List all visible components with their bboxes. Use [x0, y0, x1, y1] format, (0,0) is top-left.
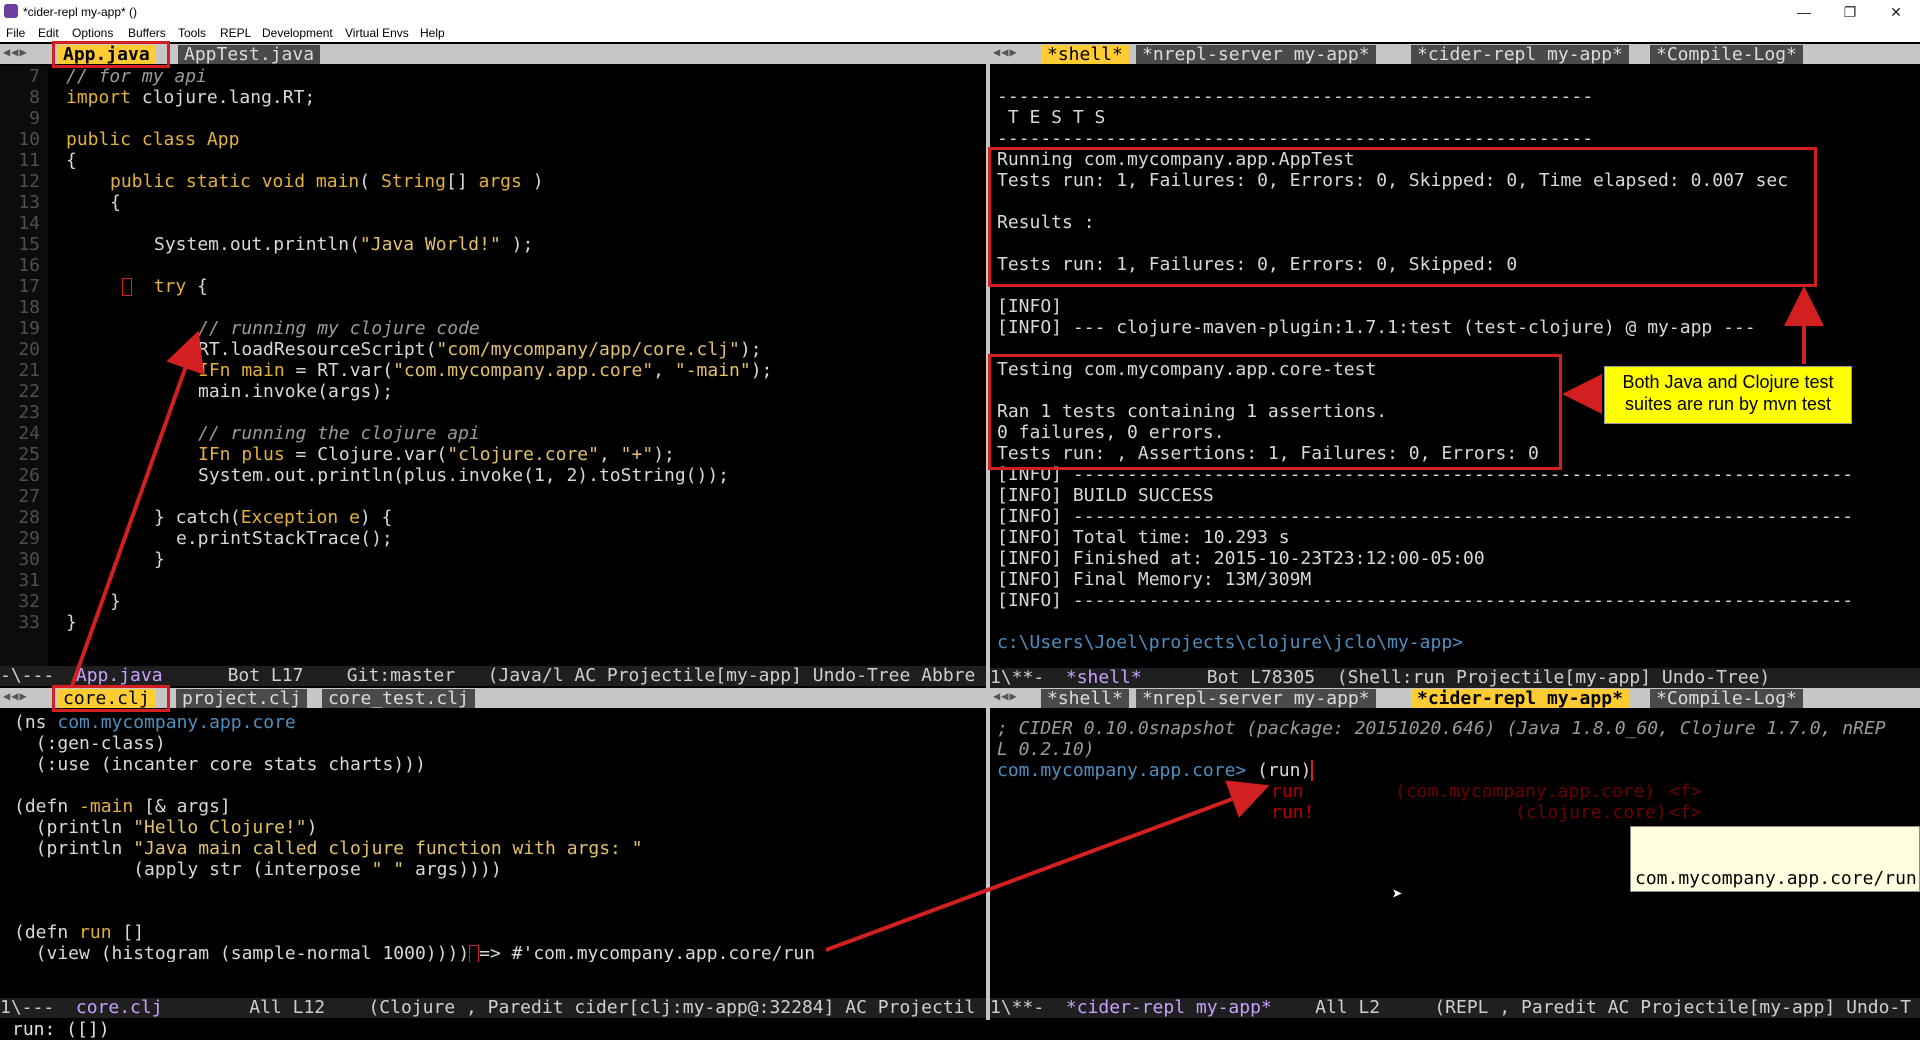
shell-line: [INFO] ---------------------------------… — [997, 590, 1854, 611]
code-line-21: IFn main = RT.var("com.mycompany.app.cor… — [198, 360, 773, 381]
shell-line: ----------------------------------------… — [997, 128, 1594, 149]
menu-repl[interactable]: REPL — [220, 26, 251, 40]
code-line-10: public class App — [66, 129, 240, 150]
tab-nrepl-server[interactable]: *nrepl-server my-app* — [1136, 45, 1376, 64]
code-line-25: IFn plus = Clojure.var("clojure.core", "… — [198, 444, 675, 465]
repl-banner: ; CIDER 0.10.0snapshot (package: 2015102… — [997, 718, 1886, 739]
text-cursor: ) — [1300, 760, 1314, 781]
clj-line-11: (defn run [] — [14, 922, 145, 943]
shell-line: T E S T S — [997, 107, 1106, 128]
menu-help[interactable]: Help — [420, 26, 445, 40]
highlight-app-java-tab — [52, 41, 170, 68]
shell-line: [INFO] Final Memory: 13M/309M — [997, 569, 1312, 590]
repl-input-line[interactable]: com.mycompany.app.core> (run) — [997, 760, 1314, 781]
code-line-12: public static void main( String[] args ) — [110, 171, 544, 192]
tab-scroll-arrows-icon[interactable]: ◀◀▶ — [993, 689, 1018, 703]
tab-cider-repl[interactable]: *cider-repl my-app* — [1411, 689, 1629, 708]
highlight-clojure-tests — [988, 354, 1562, 470]
clj-line-5: (defn -main [& args] — [14, 796, 231, 817]
menu-tools[interactable]: Tools — [178, 26, 206, 40]
code-line-19: // running my clojure code — [198, 318, 480, 339]
shell-prompt: c:\Users\Joel\projects\clojure\jclo\my-a… — [997, 632, 1463, 653]
shell-line: [INFO] --- clojure-maven-plugin:1.7.1:te… — [997, 317, 1756, 338]
shell-line: [INFO] Total time: 10.293 s — [997, 527, 1290, 548]
editor-core-clj[interactable]: (ns com.mycompany.app.core (:gen-class) … — [0, 710, 986, 962]
menu-virtual-envs[interactable]: Virtual Envs — [345, 26, 409, 40]
code-line-24: // running the clojure api — [198, 423, 480, 444]
tab-compile-log[interactable]: *Compile-Log* — [1650, 45, 1803, 64]
code-line-32: } — [110, 591, 121, 612]
maximize-icon[interactable]: ❐ — [1828, 1, 1872, 23]
minimize-icon[interactable]: — — [1782, 1, 1826, 23]
clj-line-7: (println "Java main called clojure funct… — [14, 838, 643, 859]
shell-line: [INFO] BUILD SUCCESS — [997, 485, 1214, 506]
clj-line-2: (:gen-class) — [14, 733, 166, 754]
tab-nrepl-server[interactable]: *nrepl-server my-app* — [1136, 689, 1376, 708]
text-cursor — [122, 278, 132, 296]
code-line-30: } — [154, 549, 165, 570]
code-line-7: // for my api — [66, 66, 207, 87]
tab-shell[interactable]: *shell* — [1041, 689, 1129, 708]
line-number-gutter: 7 8 9 10 11 12 13 14 15 16 17 18 19 20 2… — [0, 66, 48, 666]
tab-scroll-arrows-icon[interactable]: ◀◀▶ — [3, 689, 28, 703]
minibuffer: run: ([]) — [0, 1020, 1920, 1040]
clj-line-8: (apply str (interpose " " args)))) — [14, 859, 502, 880]
annotation-callout: Both Java and Clojure test suites are ru… — [1604, 366, 1852, 424]
repl-prompt: com.mycompany.app.core> — [997, 760, 1258, 781]
code-line-29: e.printStackTrace(); — [176, 528, 393, 549]
clj-line-12: (view (histogram (sample-normal 1000))))… — [14, 943, 816, 962]
code-line-22: main.invoke(args); — [198, 381, 394, 402]
code-line-20: RT.loadResourceScript("com/mycompany/app… — [198, 339, 762, 360]
shell-line: ----------------------------------------… — [997, 86, 1594, 107]
modeline-app-java: -\--- App.java Bot L17 Git:master (Java/… — [0, 666, 986, 686]
clj-line-3: (:use (incanter core stats charts))) — [14, 754, 426, 775]
menu-buffers[interactable]: Buffers — [128, 26, 166, 40]
highlight-core-clj-tab — [52, 685, 170, 712]
doc-tooltip: com.mycompany.app.core/run ([]) Not docu… — [1630, 826, 1920, 998]
code-line-8: import clojure.lang.RT; — [66, 87, 316, 108]
cider-repl[interactable]: ; CIDER 0.10.0snapshot (package: 2015102… — [990, 710, 1920, 998]
repl-banner: L 0.2.10) — [997, 739, 1095, 760]
code-line-13: { — [110, 192, 121, 213]
tab-scroll-arrows-icon[interactable]: ◀◀▶ — [3, 45, 28, 59]
tab-scroll-arrows-icon[interactable]: ◀◀▶ — [993, 45, 1018, 59]
tab-shell[interactable]: *shell* — [1041, 45, 1129, 64]
menu-development[interactable]: Development — [262, 26, 333, 40]
menu-file[interactable]: File — [6, 26, 25, 40]
tab-compile-log[interactable]: *Compile-Log* — [1650, 689, 1803, 708]
modeline-shell: 1\**- *shell* Bot L78305 (Shell:run Proj… — [990, 668, 1920, 688]
menu-bar: File Edit Options Buffers Tools REPL Dev… — [0, 24, 1920, 42]
code-line-33: } — [66, 612, 77, 633]
close-icon[interactable]: ✕ — [1874, 1, 1918, 23]
shell-line: [INFO] — [997, 296, 1063, 317]
tab-core-test-clj[interactable]: core_test.clj — [322, 689, 475, 708]
highlight-java-tests — [988, 147, 1817, 287]
menu-edit[interactable]: Edit — [38, 26, 59, 40]
code-line-28: } catch(Exception e) { — [154, 507, 393, 528]
modeline-cider-repl: 1\**- *cider-repl my-app* All L2 (REPL ,… — [990, 998, 1920, 1018]
code-line-11: { — [66, 150, 77, 171]
shell-line: [INFO] Finished at: 2015-10-23T23:12:00-… — [997, 548, 1485, 569]
shell-line: [INFO] ---------------------------------… — [997, 506, 1854, 527]
clj-line-1: (ns com.mycompany.app.core — [14, 712, 296, 733]
clj-line-6: (println "Hello Clojure!") — [14, 817, 318, 838]
tab-cider-repl[interactable]: *cider-repl my-app* — [1411, 45, 1629, 64]
editor-app-java[interactable]: 7 8 9 10 11 12 13 14 15 16 17 18 19 20 2… — [0, 66, 986, 666]
repl-input[interactable]: (run — [1257, 760, 1300, 781]
window-title: *cider-repl my-app* () — [23, 5, 138, 19]
code-line-15: System.out.println("Java World!" ); — [154, 234, 534, 255]
mouse-pointer-icon: ➤ — [1392, 884, 1403, 905]
tab-apptest-java[interactable]: AppTest.java — [178, 45, 321, 64]
title-bar: *cider-repl my-app* () — ❐ ✕ — [0, 0, 1920, 24]
code-line-26: System.out.println(plus.invoke(1, 2).toS… — [198, 465, 730, 486]
modeline-core-clj: 1\--- core.clj All L12 (Clojure , Paredi… — [0, 998, 986, 1018]
tab-project-clj[interactable]: project.clj — [176, 689, 308, 708]
menu-options[interactable]: Options — [72, 26, 113, 40]
tabbar-bottom-right: ◀◀▶ *shell* *nrepl-server my-app* *cider… — [990, 688, 1920, 708]
emacs-icon — [4, 4, 18, 18]
tabbar-top-right: ◀◀▶ *shell* *nrepl-server my-app* *cider… — [990, 44, 1920, 64]
code-line-17: try { — [122, 276, 208, 297]
text-cursor — [469, 945, 480, 962]
